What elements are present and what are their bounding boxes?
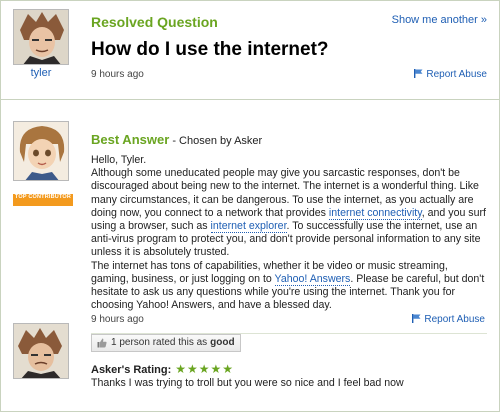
answer-timestamp: 9 hours ago: [91, 314, 144, 325]
resolved-status: Resolved Question: [91, 14, 218, 30]
yahoo-answers-link[interactable]: Yahoo! Answers: [274, 272, 351, 286]
chosen-by-text: - Chosen by Asker: [169, 135, 263, 147]
question-section: tyler Resolved Question Show me another …: [1, 1, 500, 100]
flag-icon: [412, 314, 421, 323]
internet-connectivity-link[interactable]: internet connectivity: [328, 206, 422, 220]
internet-explorer-link[interactable]: internet explorer: [210, 220, 287, 234]
asker-comment: Thanks I was trying to troll but you wer…: [91, 377, 404, 389]
star-rating-icon: ★★★★★: [175, 362, 235, 376]
rating-summary-value: good: [210, 337, 235, 348]
answer-paragraph-1: Although some uneducated people may give…: [91, 167, 486, 259]
asker-avatar[interactable]: [13, 9, 69, 65]
question-timestamp: 9 hours ago: [91, 69, 144, 80]
answer-page: tyler Resolved Question Show me another …: [0, 0, 500, 412]
asker-rating: Asker's Rating: ★★★★★: [91, 362, 234, 376]
answer-greeting: Hello, Tyler.: [91, 154, 147, 166]
answer-report-abuse[interactable]: Report Abuse: [412, 314, 485, 325]
answerer-avatar[interactable]: [13, 121, 69, 181]
report-abuse-label: Report Abuse: [424, 314, 485, 325]
question-report-abuse[interactable]: Report Abuse: [414, 69, 487, 80]
question-title: How do I use the internet?: [91, 39, 329, 60]
report-abuse-label: Report Abuse: [426, 69, 487, 80]
asker-rating-label: Asker's Rating:: [91, 364, 172, 376]
thumbs-up-icon: [97, 338, 107, 348]
asker-username[interactable]: tyler: [13, 67, 69, 79]
rating-summary-button[interactable]: 1 person rated this as good: [91, 334, 241, 352]
top-contributor-badge: TOP CONTRIBUTOR: [13, 194, 73, 206]
best-answer-label: Best Answer: [91, 132, 170, 147]
asker-rating-avatar[interactable]: [13, 323, 69, 379]
best-answer-heading: Best Answer - Chosen by Asker: [91, 132, 262, 147]
answer-paragraph-2: The internet has tons of capabilities, w…: [91, 259, 485, 312]
answer-body: Hello, Tyler. Although some uneducated p…: [91, 154, 487, 312]
show-another-link[interactable]: Show me another »: [392, 14, 487, 26]
flag-icon: [414, 69, 423, 78]
rating-summary-text: 1 person rated this as: [111, 337, 208, 348]
